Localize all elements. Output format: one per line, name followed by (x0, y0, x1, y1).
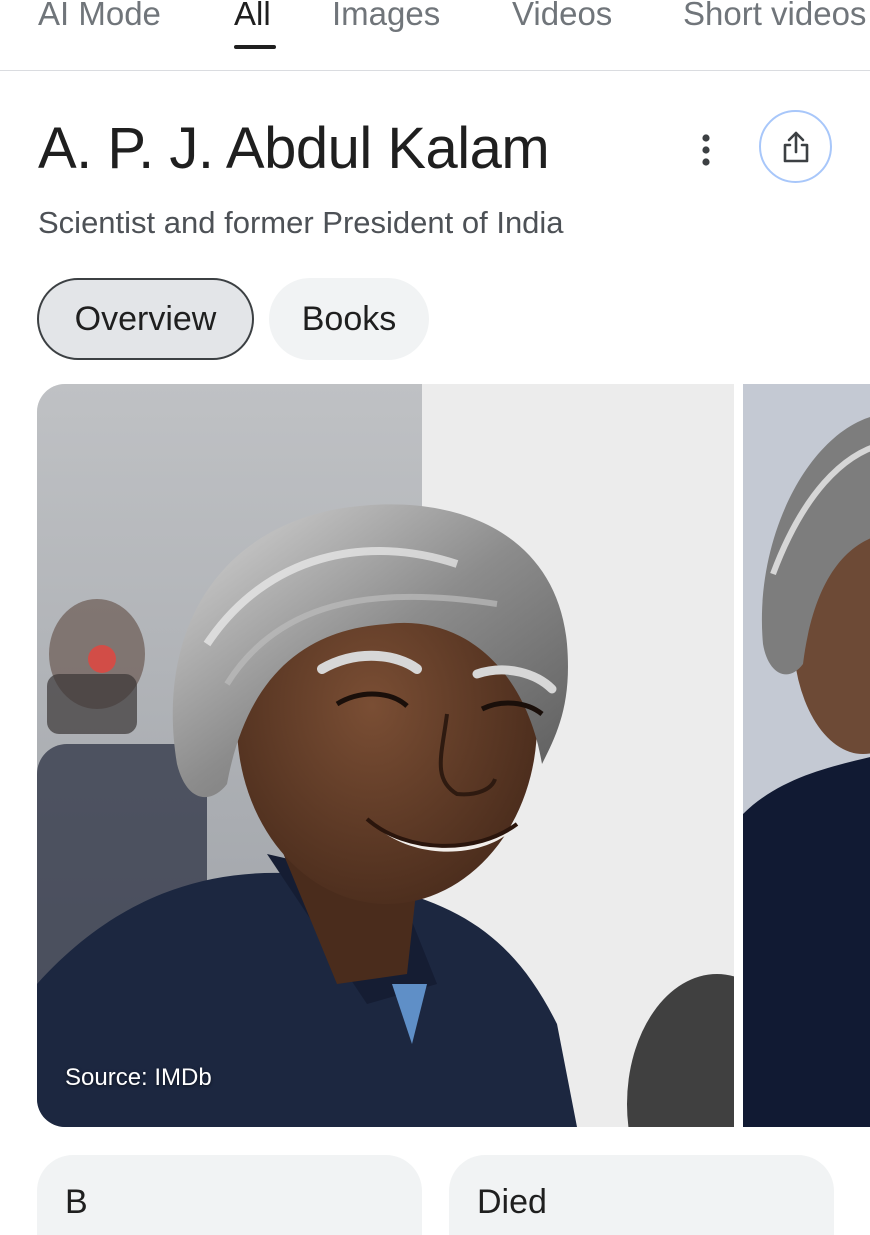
tab-short-videos[interactable]: Short videos (683, 0, 866, 34)
main-image-card[interactable]: Source: IMDb (37, 384, 734, 1127)
chip-overview[interactable]: Overview (37, 278, 254, 360)
more-vertical-icon (702, 134, 710, 166)
entity-subtitle: Scientist and former President of India (38, 205, 564, 240)
tab-videos[interactable]: Videos (512, 0, 612, 34)
tab-all[interactable]: All (234, 0, 271, 34)
image-source-label: Source: IMDb (65, 1064, 212, 1091)
share-button[interactable] (759, 110, 832, 183)
share-icon (783, 131, 808, 162)
more-options-button[interactable] (684, 128, 728, 172)
info-card-died[interactable]: Died (449, 1155, 834, 1235)
info-card-died-label: Died (477, 1183, 547, 1221)
secondary-portrait-photo (743, 384, 870, 1127)
portrait-photo (37, 384, 734, 1127)
secondary-image-card[interactable] (743, 384, 870, 1127)
tab-ai-mode[interactable]: AI Mode (38, 0, 161, 34)
search-tabs-bar: AI Mode All Images Videos Short videos (0, 0, 870, 71)
chip-books[interactable]: Books (269, 278, 429, 360)
info-card-born-label: B (65, 1183, 88, 1221)
tab-images[interactable]: Images (332, 0, 440, 34)
entity-title: A. P. J. Abdul Kalam (38, 116, 550, 181)
info-card-born[interactable]: B (37, 1155, 422, 1235)
active-tab-indicator (234, 45, 276, 49)
